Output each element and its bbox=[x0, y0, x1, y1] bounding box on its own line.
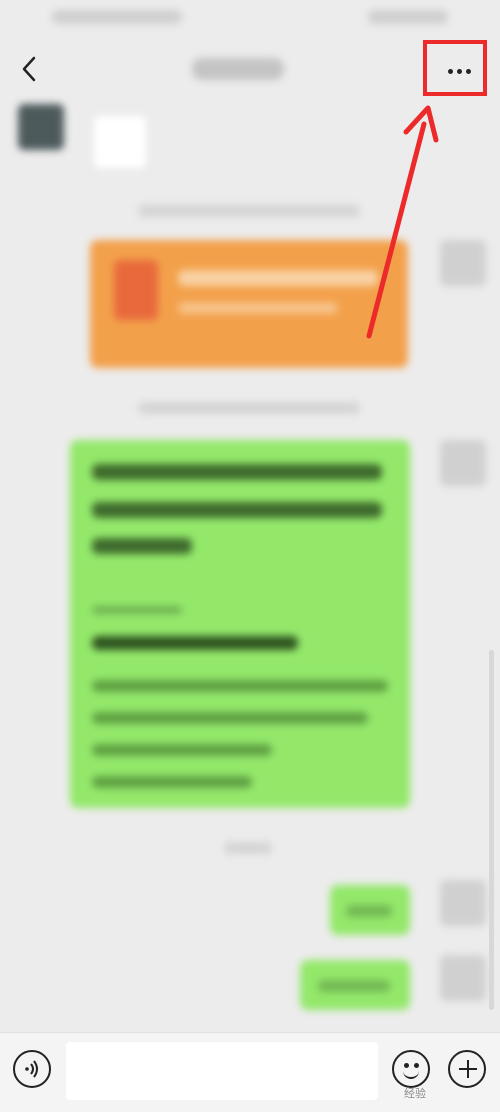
chevron-left-icon bbox=[22, 56, 36, 82]
card-subtitle-line bbox=[178, 302, 338, 314]
text-line bbox=[92, 744, 272, 756]
text-line bbox=[318, 980, 390, 992]
plus-button[interactable] bbox=[448, 1050, 486, 1088]
text-line bbox=[92, 680, 388, 692]
text-line bbox=[92, 606, 182, 614]
chat-title bbox=[192, 58, 284, 80]
watermark: 经验 bbox=[404, 1088, 426, 1100]
sent-text-message[interactable] bbox=[300, 960, 410, 1010]
received-message bbox=[94, 116, 146, 168]
status-bar bbox=[0, 0, 500, 38]
text-line bbox=[92, 712, 368, 724]
emoji-icon bbox=[404, 1063, 409, 1068]
avatar bbox=[440, 240, 486, 286]
avatar bbox=[18, 104, 64, 150]
sent-text-message[interactable] bbox=[330, 885, 410, 935]
text-line bbox=[92, 776, 252, 788]
emoji-icon bbox=[414, 1063, 419, 1068]
plus-icon bbox=[459, 1068, 477, 1070]
back-button[interactable] bbox=[14, 52, 44, 86]
status-bar-left bbox=[52, 10, 182, 24]
emoji-button[interactable] bbox=[392, 1050, 430, 1088]
message-input[interactable] bbox=[66, 1042, 378, 1100]
emoji-icon bbox=[403, 1069, 419, 1079]
sent-text-message[interactable] bbox=[70, 440, 410, 808]
sent-card-message[interactable] bbox=[90, 240, 408, 368]
card-title-line bbox=[178, 270, 378, 286]
text-line bbox=[346, 905, 392, 917]
status-bar-right bbox=[368, 10, 448, 24]
card-thumbnail bbox=[114, 260, 158, 320]
text-line bbox=[92, 464, 382, 480]
text-line bbox=[92, 502, 382, 518]
time-separator bbox=[138, 205, 360, 217]
voice-button[interactable] bbox=[13, 1050, 51, 1088]
text-line bbox=[92, 636, 298, 650]
avatar bbox=[440, 955, 486, 1001]
time-separator bbox=[138, 402, 360, 414]
scrollbar[interactable] bbox=[489, 650, 494, 1010]
avatar bbox=[440, 440, 486, 486]
time-separator bbox=[224, 842, 272, 854]
input-bar: 经验 bbox=[0, 1032, 500, 1112]
highlight-box bbox=[423, 40, 487, 96]
avatar bbox=[440, 880, 486, 926]
voice-icon bbox=[25, 1060, 38, 1078]
text-line bbox=[92, 538, 192, 554]
